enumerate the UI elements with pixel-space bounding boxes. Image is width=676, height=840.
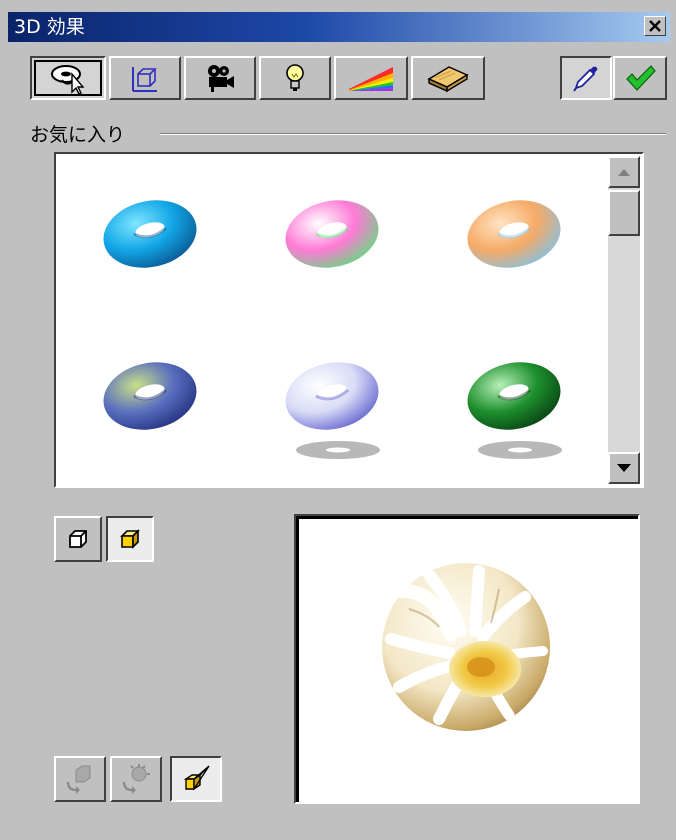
- torus-shadow-hole: [326, 447, 350, 453]
- preview-panel: [294, 514, 640, 804]
- color-tool-button[interactable]: [334, 56, 408, 100]
- preview-sphere: [382, 563, 550, 731]
- scroll-up-button[interactable]: [608, 156, 640, 188]
- pick-tool-button[interactable]: [560, 56, 612, 100]
- scroll-up-arrow-icon: [618, 169, 630, 176]
- title-bar[interactable]: 3D 効果: [8, 12, 670, 42]
- favorites-gallery: [54, 152, 644, 488]
- wireframe-mode-button[interactable]: [54, 516, 102, 562]
- rotate-light-button[interactable]: [110, 756, 162, 802]
- scroll-down-button[interactable]: [608, 452, 640, 484]
- favorite-rainbow-torus[interactable]: [272, 190, 392, 300]
- scroll-down-arrow-icon: [617, 463, 631, 472]
- vertical-scrollbar[interactable]: [608, 156, 640, 484]
- apply-tool-button[interactable]: [613, 56, 667, 100]
- favorite-white-torus[interactable]: [272, 352, 392, 462]
- lighting-tool-button[interactable]: [259, 56, 331, 100]
- movie-camera-icon: [208, 65, 234, 92]
- rotate-light-icon: [122, 764, 150, 794]
- perspective-cube-icon: [183, 765, 210, 791]
- favorite-green-torus[interactable]: [454, 352, 574, 462]
- torus-shadow-hole: [508, 447, 532, 453]
- geometry-tool-button[interactable]: [109, 56, 181, 100]
- favorite-peach-torus[interactable]: [454, 190, 574, 300]
- geometry-icon: [132, 67, 157, 92]
- perspective-button[interactable]: [170, 756, 222, 802]
- section-divider: [160, 133, 666, 135]
- shaded-cube-icon: [120, 529, 140, 549]
- favorite-blue-torus[interactable]: [90, 190, 210, 300]
- rotate-object-button[interactable]: [54, 756, 106, 802]
- rainbow-color-icon: [349, 67, 393, 91]
- camera-tool-button[interactable]: [184, 56, 256, 100]
- favorite-navy-green-torus[interactable]: [90, 352, 210, 462]
- favorites-gallery-items: [58, 156, 604, 484]
- wireframe-cube-icon: [69, 530, 87, 548]
- light-bulb-icon: [286, 64, 304, 91]
- shaded-mode-button[interactable]: [106, 516, 154, 562]
- close-button[interactable]: [644, 16, 666, 36]
- eyedropper-icon: [573, 66, 598, 92]
- scroll-thumb[interactable]: [608, 190, 640, 236]
- favorites-tool-button[interactable]: [30, 56, 106, 100]
- material-tool-button[interactable]: [411, 56, 485, 100]
- favorites-label: お気に入り: [30, 120, 134, 147]
- preview-frame: [296, 516, 638, 802]
- rotate-object-icon: [66, 765, 91, 794]
- close-icon: [649, 20, 661, 32]
- checkmark-icon: [626, 65, 656, 91]
- material-tile-icon: [427, 66, 469, 93]
- favorites-cursor-icon: [51, 65, 85, 94]
- window-title: 3D 効果: [14, 16, 85, 38]
- 3d-effects-window: 3D 効果 お気に入り: [0, 0, 676, 840]
